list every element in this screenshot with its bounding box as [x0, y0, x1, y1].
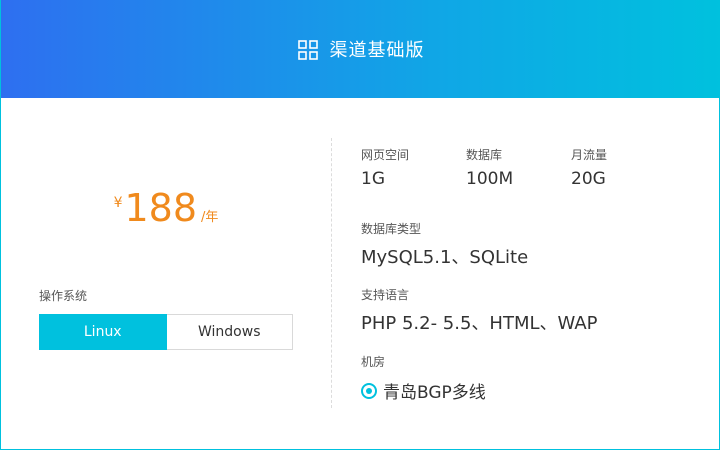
spec-db-type: 数据库类型 MySQL5.1、SQLite [361, 220, 528, 269]
plan-card: 渠道基础版 ¥ 188 /年 操作系统 Linux Windows 网页空间 1… [0, 0, 720, 450]
divider [331, 138, 332, 408]
os-selector: Linux Windows [39, 314, 293, 350]
spec-value: 20G [571, 169, 606, 189]
spec-value: 1G [361, 169, 385, 189]
spec-database: 数据库 100M [466, 146, 513, 189]
spec-datacenter: 机房 青岛BGP多线 [361, 353, 486, 403]
spec-label: 月流量 [571, 148, 608, 162]
spec-label: 支持语言 [361, 288, 410, 302]
grid-icon [297, 40, 318, 60]
price-amount: 188 [124, 186, 198, 230]
radio-dot [366, 387, 372, 394]
specs-panel: 网页空间 1G 数据库 100M 月流量 20G 数据库类型 MySQL5.1、… [361, 98, 701, 450]
spec-monthly-traffic: 月流量 20G [571, 146, 607, 189]
spec-value: MySQL5.1、SQLite [361, 247, 529, 268]
plan-title: 渠道基础版 [329, 40, 425, 61]
datacenter-option-label: 青岛BGP多线 [383, 383, 486, 403]
os-option-linux[interactable]: Linux [39, 314, 167, 350]
price-unit: /年 [201, 210, 219, 225]
pricing-panel: ¥ 188 /年 操作系统 Linux Windows [1, 98, 331, 450]
os-label: 操作系统 [39, 289, 88, 303]
spec-value: PHP 5.2- 5.5、HTML、WAP [361, 313, 598, 334]
spec-languages: 支持语言 PHP 5.2- 5.5、HTML、WAP [361, 286, 598, 335]
price: ¥ 188 /年 [1, 186, 331, 230]
spec-label: 机房 [361, 355, 386, 369]
price-currency: ¥ [113, 195, 123, 211]
os-option-windows[interactable]: Windows [166, 314, 293, 350]
spec-label: 数据库 [466, 148, 503, 162]
spec-label: 数据库类型 [361, 222, 422, 236]
spec-web-space: 网页空间 1G [361, 146, 409, 189]
spec-label: 网页空间 [361, 148, 410, 162]
datacenter-option[interactable]: 青岛BGP多线 [361, 378, 486, 403]
radio-selected-icon[interactable] [361, 382, 377, 399]
spec-value: 100M [466, 169, 514, 189]
plan-header: 渠道基础版 [1, 0, 720, 98]
